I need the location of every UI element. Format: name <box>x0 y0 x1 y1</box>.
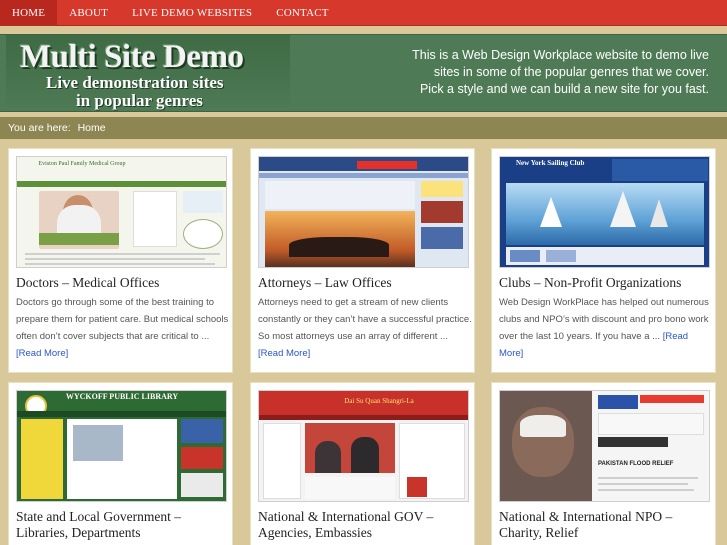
card-clubs: New York Sailing Club Clubs – Non-Profit… <box>491 148 716 373</box>
site-header: Multi Site Demo Live demonstration sites… <box>0 34 727 112</box>
thumbnail-attorneys[interactable] <box>258 156 469 268</box>
card-title[interactable]: Doctors – Medical Offices <box>16 275 230 291</box>
site-tagline: This is a Web Design Workplace website t… <box>412 48 709 96</box>
thumbnail-clubs[interactable]: New York Sailing Club <box>499 156 710 268</box>
nav-home[interactable]: HOME <box>0 0 58 25</box>
read-more-link[interactable]: [Read More] <box>258 348 310 359</box>
thumbnail-national-npo[interactable]: PAKISTAN FLOOD RELIEF <box>499 390 710 502</box>
card-national-npo: PAKISTAN FLOOD RELIEF National & Interna… <box>491 382 716 545</box>
top-navigation: HOME ABOUT LIVE DEMO WEBSITES CONTACT <box>0 0 727 26</box>
card-government: WYCKOFF PUBLIC LIBRARY State and Local G… <box>8 382 233 545</box>
thumb-club-name: New York Sailing Club <box>516 159 585 167</box>
thumb-embassy-name: Dai Su Quan Shangri-La <box>344 397 414 405</box>
thumbnail-government[interactable]: WYCKOFF PUBLIC LIBRARY <box>16 390 227 502</box>
card-doctors: Eviston Paul Family Medical Group Doctor… <box>8 148 233 373</box>
thumbnail-doctors[interactable]: Eviston Paul Family Medical Group <box>16 156 227 268</box>
nav-about[interactable]: ABOUT <box>57 0 120 25</box>
card-attorneys: Attorneys – Law Offices Attorneys need t… <box>250 148 475 373</box>
thumb-relief-heading: PAKISTAN FLOOD RELIEF <box>598 461 674 467</box>
breadcrumb: You are here: Home <box>0 117 727 139</box>
thumbnail-national-gov[interactable]: Dai Su Quan Shangri-La <box>258 390 469 502</box>
logo-subtitle-line-2: in popular genres <box>76 91 203 110</box>
site-logo[interactable]: Multi Site Demo Live demonstration sites… <box>6 35 290 111</box>
card-national-gov: Dai Su Quan Shangri-La National & Intern… <box>250 382 475 545</box>
card-title[interactable]: National & International GOV – Agencies,… <box>258 509 472 541</box>
breadcrumb-current: Home <box>77 122 106 134</box>
card-title[interactable]: National & International NPO – Charity, … <box>499 509 713 541</box>
nav-live-demo-websites[interactable]: LIVE DEMO WEBSITES <box>120 0 264 25</box>
card-title[interactable]: State and Local Government – Libraries, … <box>16 509 230 541</box>
card-excerpt: Web Design WorkPlace has helped out nume… <box>499 297 709 359</box>
logo-title: Multi Site Demo <box>20 39 244 75</box>
nav-contact[interactable]: CONTACT <box>264 0 340 25</box>
thumb-doctors-name: Eviston Paul Family Medical Group <box>38 161 126 167</box>
logo-subtitle-line-1: Live demonstration sites <box>46 73 224 92</box>
card-title[interactable]: Clubs – Non-Profit Organizations <box>499 275 713 291</box>
card-excerpt: Doctors go through some of the best trai… <box>16 297 229 359</box>
card-title[interactable]: Attorneys – Law Offices <box>258 275 472 291</box>
card-excerpt: Attorneys need to get a stream of new cl… <box>258 297 472 359</box>
read-more-link[interactable]: [Read More] <box>16 348 68 359</box>
breadcrumb-prefix: You are here: <box>8 122 71 134</box>
thumb-library-name: WYCKOFF PUBLIC LIBRARY <box>65 392 179 401</box>
